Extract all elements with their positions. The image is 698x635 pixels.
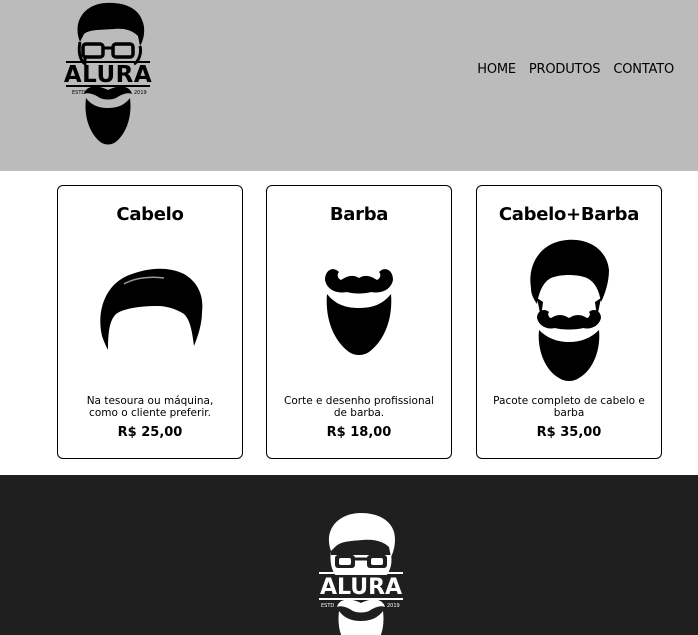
nav-produtos-link[interactable]: PRODUTOS <box>529 62 601 77</box>
product-image <box>267 264 451 360</box>
product-description: Corte e desenho profissional de barba. <box>284 395 434 419</box>
logo-beard-shape <box>338 611 384 635</box>
beard-icon <box>325 269 393 355</box>
product-description: Pacote completo de cabelo e barba <box>493 395 645 419</box>
logo-glasses-lens-right <box>371 558 383 565</box>
site-header: ALURA ESTD 2019 HOME PRODUTOS CONTATO <box>0 0 698 171</box>
logo-mustache-shape <box>337 599 385 613</box>
nav-contato-link[interactable]: CONTATO <box>613 62 674 77</box>
logo-hair-shape <box>77 2 145 46</box>
logo-glasses-right <box>111 42 135 59</box>
hair-icon <box>100 268 203 350</box>
logo-brand-text: ALURA <box>64 62 152 88</box>
alura-barber-logo[interactable]: ALURA ESTD 2019 <box>58 2 158 148</box>
alura-barber-logo[interactable]: ALURA ESTD 2019 <box>317 511 405 635</box>
product-description: Na tesoura ou máquina, como o cliente pr… <box>86 395 214 419</box>
product-title: Barba <box>329 204 389 225</box>
logo-year-text: 2019 <box>134 90 147 96</box>
product-title: Cabelo <box>116 204 184 225</box>
product-card-barba[interactable]: Barba Corte e desenho profissional de ba… <box>266 185 452 459</box>
hair-beard-icon <box>530 239 609 381</box>
logo-glasses-lens-left <box>339 558 351 565</box>
product-price: R$ 35,00 <box>536 425 602 440</box>
products-section: Cabelo Na tesoura ou máquina, como o cli… <box>0 171 698 475</box>
logo-glasses-left <box>81 42 105 59</box>
logo-year-text: 2019 <box>387 603 400 609</box>
site-footer: ALURA ESTD 2019 <box>0 475 698 635</box>
product-title: Cabelo+Barba <box>498 204 640 225</box>
logo-beard-shape <box>85 98 131 145</box>
logo-mustache-shape <box>84 86 132 100</box>
logo-estd-text: ESTD <box>72 90 85 96</box>
main-nav: HOME PRODUTOS CONTATO <box>477 62 674 77</box>
product-card-cabelo[interactable]: Cabelo Na tesoura ou máquina, como o cli… <box>57 185 243 459</box>
product-price: R$ 25,00 <box>117 425 183 440</box>
logo-hair-shape <box>328 513 395 557</box>
logo-estd-text: ESTD <box>321 603 334 609</box>
logo-brand-text: ALURA <box>320 575 402 600</box>
nav-home-link[interactable]: HOME <box>477 62 516 77</box>
product-card-cabelo-barba[interactable]: Cabelo+Barba Pacote completo de cabelo e… <box>476 185 662 459</box>
product-image <box>58 266 242 356</box>
product-price: R$ 18,00 <box>326 425 392 440</box>
product-image <box>477 238 661 386</box>
